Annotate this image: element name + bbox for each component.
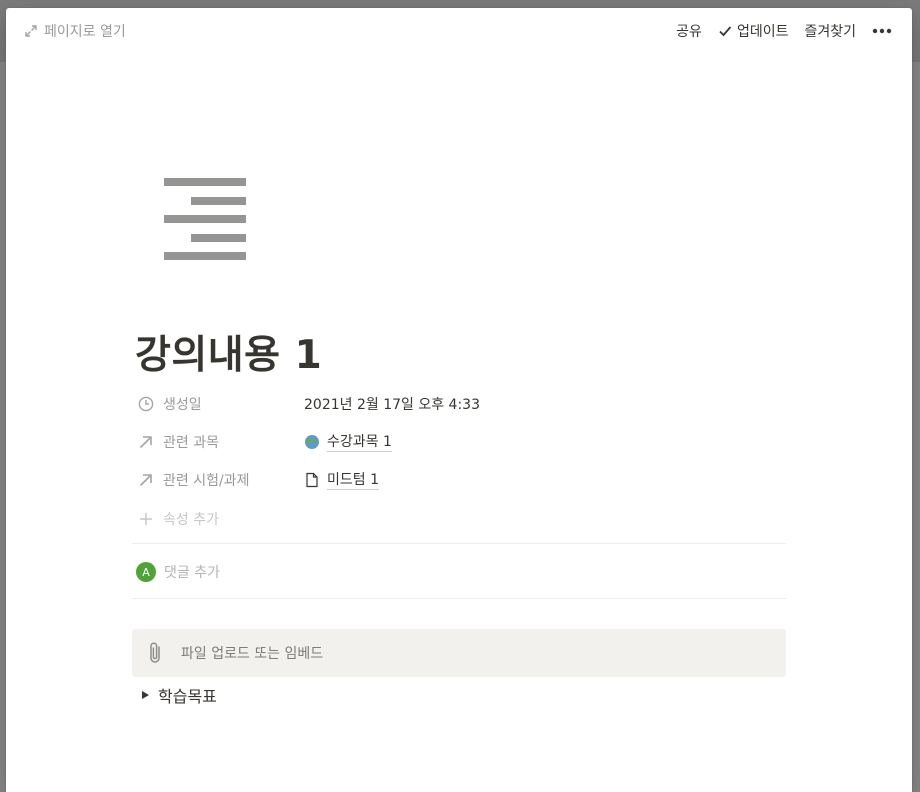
- divider: [132, 543, 786, 544]
- topbar-actions: 공유 업데이트 즐겨찾기: [668, 18, 896, 44]
- plus-icon: [138, 511, 154, 527]
- divider: [132, 598, 786, 599]
- page-peek-modal: 페이지로 열기 공유 업데이트 즐겨찾기 강의내용 1 생성일 2021년 2월…: [6, 8, 912, 792]
- open-as-page-label: 페이지로 열기: [44, 24, 126, 40]
- expand-icon: [24, 24, 38, 38]
- topbar: 페이지로 열기 공유 업데이트 즐겨찾기: [6, 8, 912, 53]
- clock-icon: [138, 396, 154, 412]
- favorite-label: 즐겨찾기: [804, 24, 856, 40]
- property-label: 관련 과목: [163, 435, 219, 451]
- toggle-block: 학습목표: [132, 682, 217, 708]
- toggle-triangle-icon[interactable]: [132, 682, 158, 708]
- relation-link-text: 수강과목 1: [327, 433, 392, 452]
- arrow-up-right-icon: [138, 472, 154, 488]
- property-row-related-exam: 관련 시험/과제 미드텀 1: [132, 463, 792, 497]
- favorite-button[interactable]: 즐겨찾기: [796, 18, 864, 44]
- property-label: 생성일: [163, 397, 202, 413]
- property-name-created[interactable]: 생성일: [132, 387, 300, 421]
- file-embed-block[interactable]: 파일 업로드 또는 임베드: [132, 629, 786, 677]
- check-icon: [718, 24, 732, 38]
- property-name-related-exam[interactable]: 관련 시험/과제: [132, 463, 300, 497]
- add-property-row[interactable]: 속성 추가: [132, 502, 792, 536]
- updates-label: 업데이트: [736, 24, 789, 40]
- property-value-related-course[interactable]: 수강과목 1: [300, 425, 392, 459]
- comment-input[interactable]: 댓글 추가: [164, 562, 220, 582]
- arrow-up-right-icon: [138, 434, 154, 450]
- property-value-related-exam[interactable]: 미드텀 1: [300, 463, 379, 497]
- globe-icon: [304, 434, 320, 450]
- property-value-created[interactable]: 2021년 2월 17일 오후 4:33: [300, 387, 480, 421]
- add-property-label: 속성 추가: [163, 512, 219, 528]
- open-as-page-button[interactable]: 페이지로 열기: [24, 20, 126, 42]
- embed-label: 파일 업로드 또는 임베드: [181, 646, 324, 662]
- add-property-button[interactable]: 속성 추가: [132, 502, 300, 536]
- relation-link-exam[interactable]: 미드텀 1: [304, 471, 379, 490]
- more-icon: [872, 28, 892, 34]
- share-label: 공유: [676, 24, 702, 40]
- avatar: A: [136, 562, 156, 582]
- more-options-button[interactable]: [864, 18, 896, 44]
- property-row-created: 생성일 2021년 2월 17일 오후 4:33: [132, 387, 792, 421]
- text-align-icon[interactable]: [162, 176, 248, 262]
- property-row-related-course: 관련 과목 수강과목 1: [132, 425, 792, 459]
- relation-link-course[interactable]: 수강과목 1: [304, 433, 392, 452]
- property-name-related-course[interactable]: 관련 과목: [132, 425, 300, 459]
- property-label: 관련 시험/과제: [163, 473, 250, 489]
- document-icon: [304, 472, 320, 488]
- page-title[interactable]: 강의내용 1: [135, 324, 322, 380]
- updates-button[interactable]: 업데이트: [710, 18, 797, 44]
- toggle-label[interactable]: 학습목표: [158, 683, 217, 707]
- relation-link-text: 미드텀 1: [327, 471, 379, 490]
- share-button[interactable]: 공유: [668, 18, 710, 44]
- created-date: 2021년 2월 17일 오후 4:33: [304, 397, 480, 413]
- comment-row[interactable]: A 댓글 추가: [132, 560, 220, 584]
- paperclip-icon: [145, 641, 167, 665]
